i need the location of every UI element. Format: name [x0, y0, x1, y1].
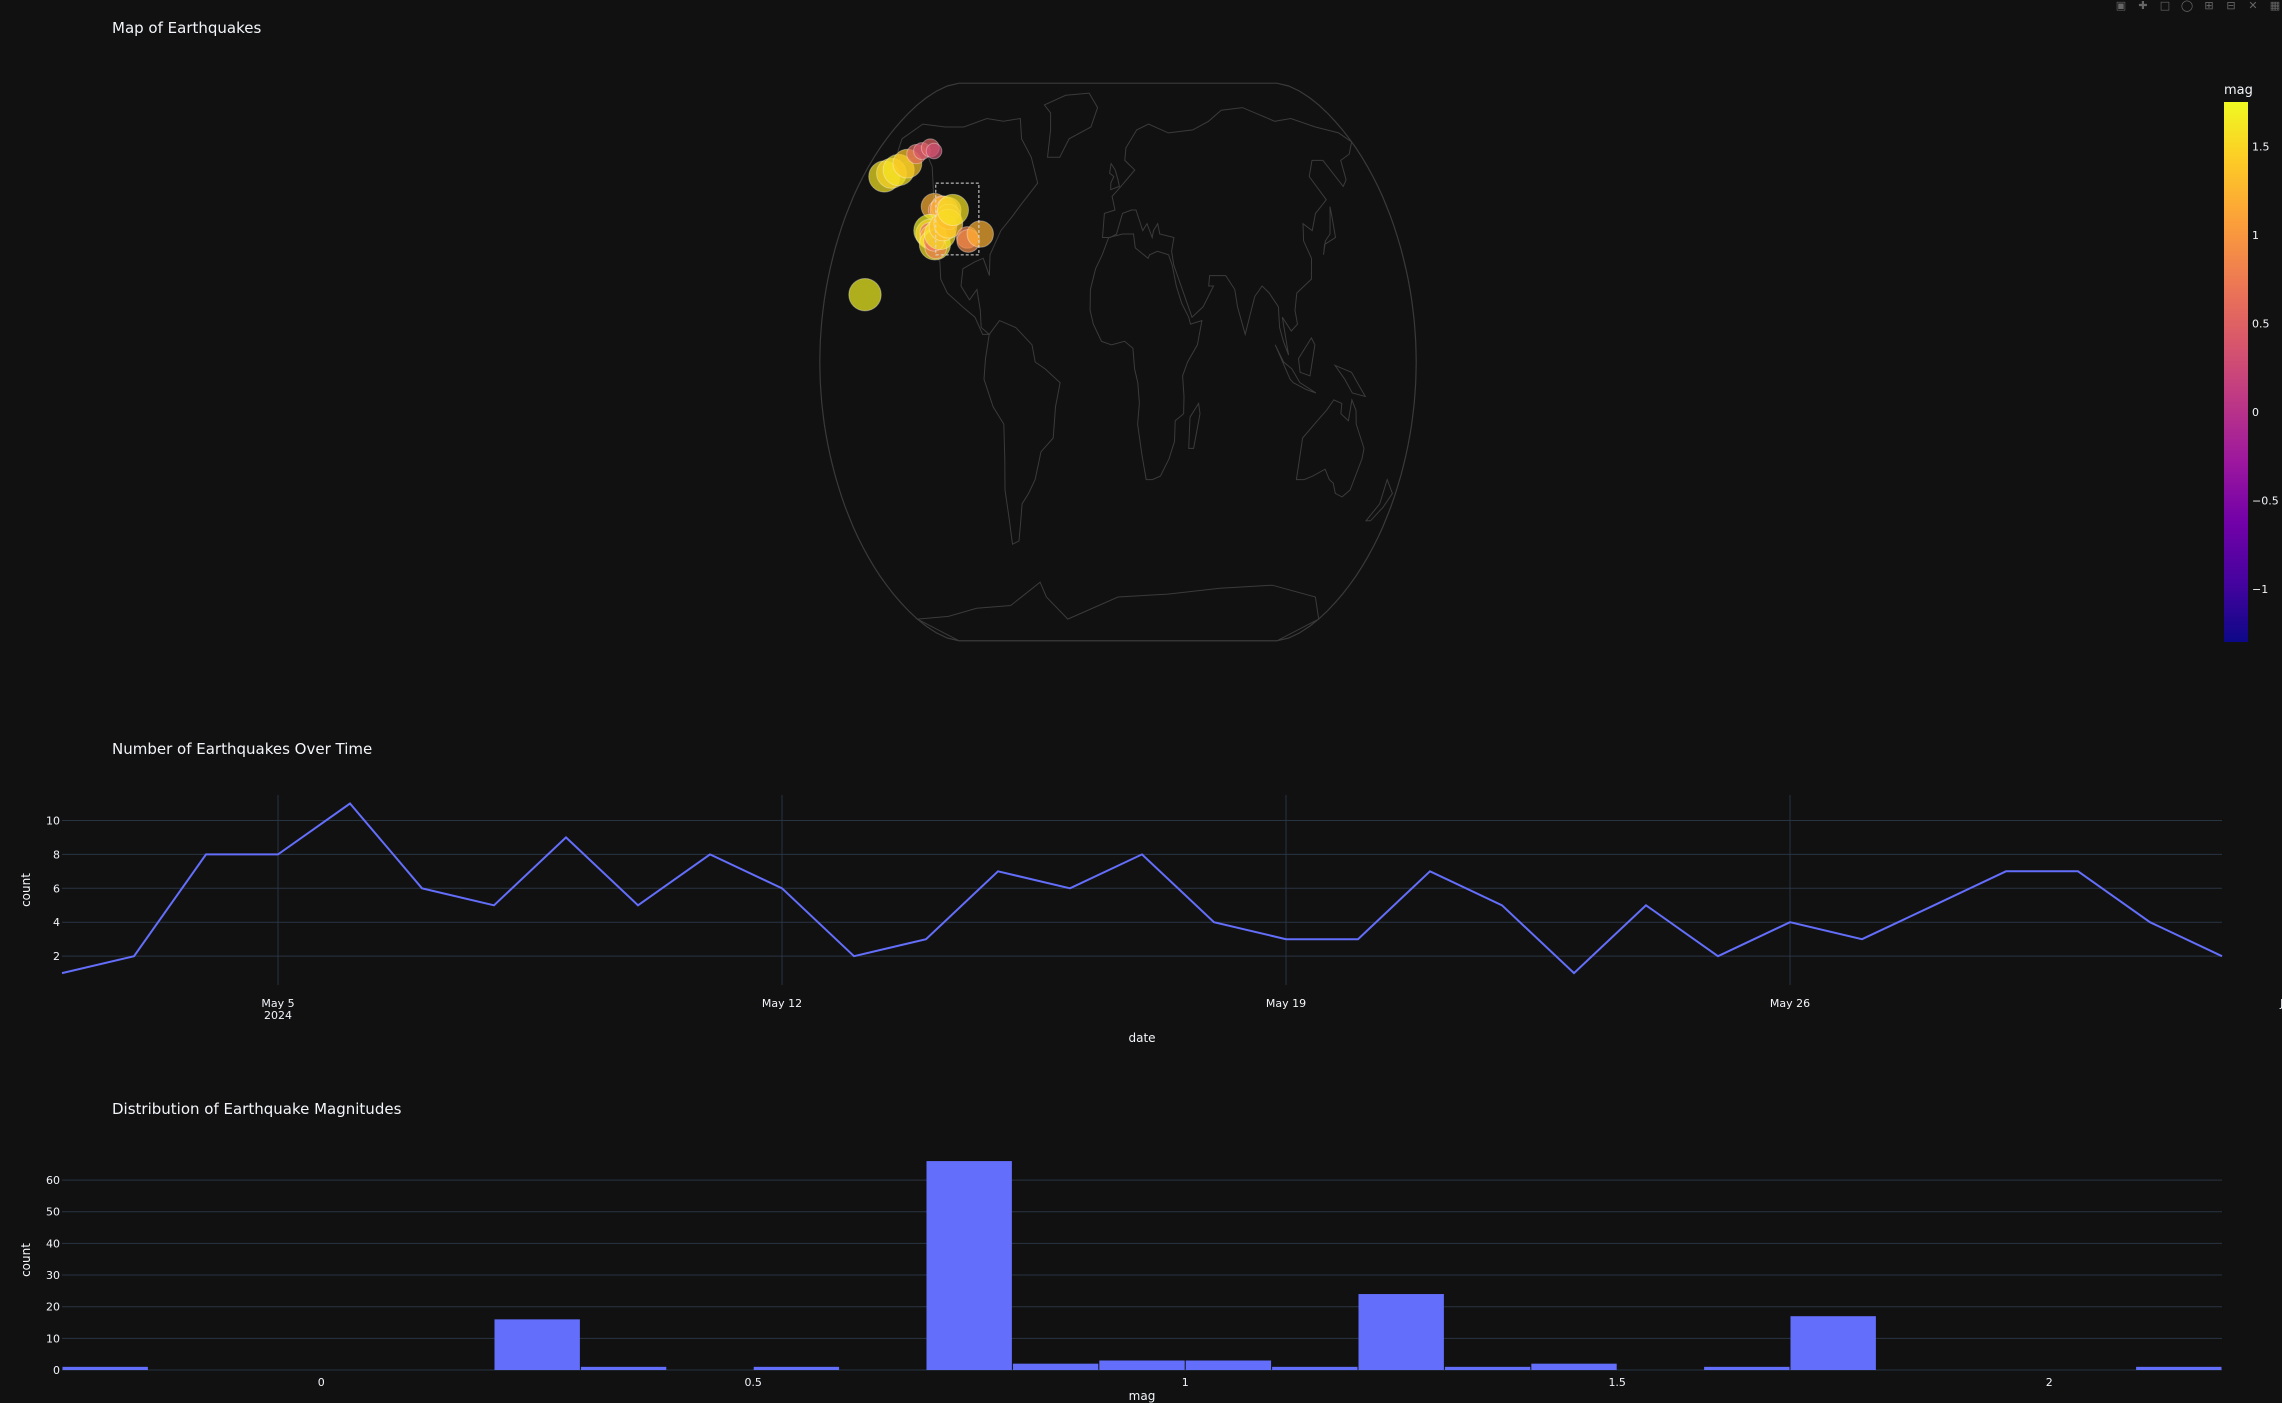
timeline-ylabel: count	[19, 873, 33, 907]
earthquake-point	[925, 142, 943, 160]
colorbar-tick-label: 0.5	[2252, 317, 2270, 330]
timeline-ytick-label: 10	[46, 814, 60, 827]
histogram-ytick-label: 0	[53, 1364, 60, 1377]
earthquake-point	[966, 220, 994, 248]
earthquake-point	[936, 193, 970, 227]
earthquake-point	[848, 277, 882, 312]
histogram-bar	[1272, 1366, 1358, 1370]
histogram-bar	[1358, 1294, 1444, 1370]
histogram-xtick-label: 2	[2046, 1376, 2053, 1389]
histogram-bar	[1531, 1363, 1617, 1370]
histogram-xtick-label: 1.5	[1608, 1376, 1626, 1389]
colorbar-tick-label: 0	[2252, 406, 2259, 419]
histogram-bar	[2136, 1366, 2222, 1370]
timeline-chart[interactable]: 246810May 52024May 12May 19May 26Jun 2da…	[0, 780, 2282, 1070]
colorbar-title: mag	[2224, 83, 2253, 98]
histogram-xtick-label: 0	[318, 1376, 325, 1389]
histogram-xlabel: mag	[1129, 1389, 1156, 1403]
histogram-ytick-label: 20	[46, 1301, 60, 1314]
timeline-ytick-label: 2	[53, 950, 60, 963]
histogram-bar	[1012, 1363, 1099, 1370]
histogram-bar	[1704, 1366, 1790, 1370]
histogram-ytick-label: 30	[46, 1269, 60, 1282]
histogram-xtick-label: 0.5	[744, 1376, 762, 1389]
histogram-bar	[926, 1161, 1012, 1370]
colorbar-tick-label: −0.5	[2252, 494, 2279, 507]
histogram-ytick-label: 50	[46, 1206, 60, 1219]
timeline-xtick-label: May 26	[1770, 997, 1810, 1010]
histogram-bar	[1099, 1360, 1185, 1370]
timeline-title: Number of Earthquakes Over Time	[112, 740, 373, 758]
timeline-xlabel: date	[1128, 1031, 1155, 1045]
histogram-bar	[753, 1366, 840, 1370]
histogram-ytick-label: 40	[46, 1237, 60, 1250]
histogram-bar	[1444, 1366, 1531, 1370]
timeline-ytick-label: 4	[53, 916, 60, 929]
earthquake-map[interactable]: mag 1.5 1 0.5 0 −0.5 −1	[0, 0, 2282, 700]
histogram-bar	[62, 1366, 148, 1370]
colorbar-tick-label: 1.5	[2252, 140, 2270, 153]
histogram-ylabel: count	[19, 1243, 33, 1277]
histogram-bar	[1185, 1360, 1272, 1370]
timeline-xtick-label: May 12	[762, 997, 802, 1010]
histogram-title: Distribution of Earthquake Magnitudes	[112, 1100, 402, 1118]
magnitude-histogram[interactable]: 0 10 20 30 40 50 60 0 0.5 1 1.5 2 mag count	[0, 1130, 2282, 1403]
colorbar-bar	[2224, 102, 2248, 642]
colorbar: mag 1.5 1 0.5 0 −0.5 −1	[2224, 83, 2279, 642]
histogram-ytick-label: 10	[46, 1332, 60, 1345]
histogram-bar	[494, 1319, 580, 1370]
histogram-xtick-label: 1	[1182, 1376, 1189, 1389]
timeline-xtick-sublabel: 2024	[264, 1009, 292, 1022]
timeline-xtick-label: May 19	[1266, 997, 1306, 1010]
histogram-bar	[580, 1366, 667, 1370]
colorbar-tick-label: 1	[2252, 229, 2259, 242]
colorbar-tick-label: −1	[2252, 583, 2268, 596]
histogram-bar	[1790, 1316, 1876, 1370]
timeline-ytick-label: 6	[53, 882, 60, 895]
histogram-ytick-label: 60	[46, 1174, 60, 1187]
timeline-ytick-label: 8	[53, 848, 60, 861]
